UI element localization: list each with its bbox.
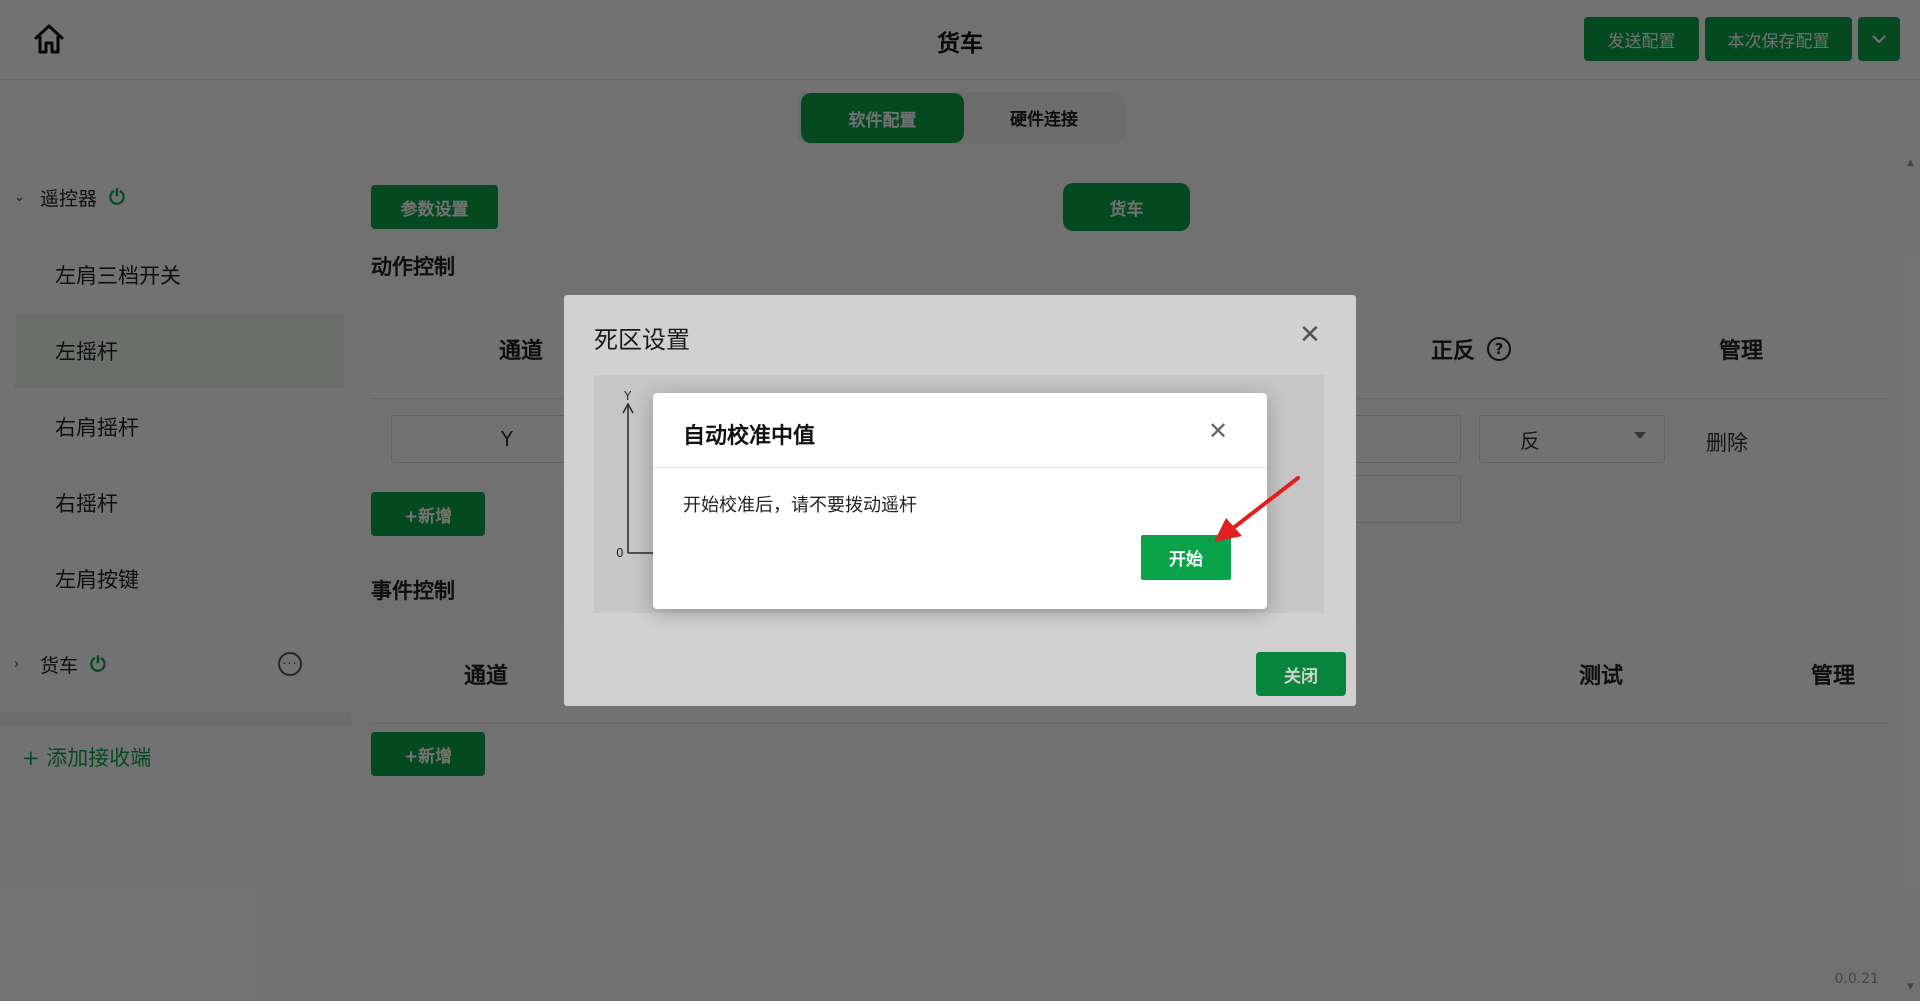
auto-calibrate-title: 自动校准中值 xyxy=(683,424,816,449)
start-calibration-button[interactable]: 开始 xyxy=(1141,535,1231,580)
auto-calibrate-message: 开始校准后，请不要拨动遥杆 xyxy=(683,495,917,516)
dialog-divider xyxy=(653,467,1267,468)
auto-calibrate-dialog: 自动校准中值 ✕ 开始校准后，请不要拨动遥杆 开始 xyxy=(653,393,1267,609)
close-icon[interactable]: ✕ xyxy=(1208,419,1228,443)
app-root: 货车 发送配置 本次保存配置 软件配置 硬件连接 ⌄ 遥控器 ⏻ 左肩三档开关 … xyxy=(0,0,1920,1001)
